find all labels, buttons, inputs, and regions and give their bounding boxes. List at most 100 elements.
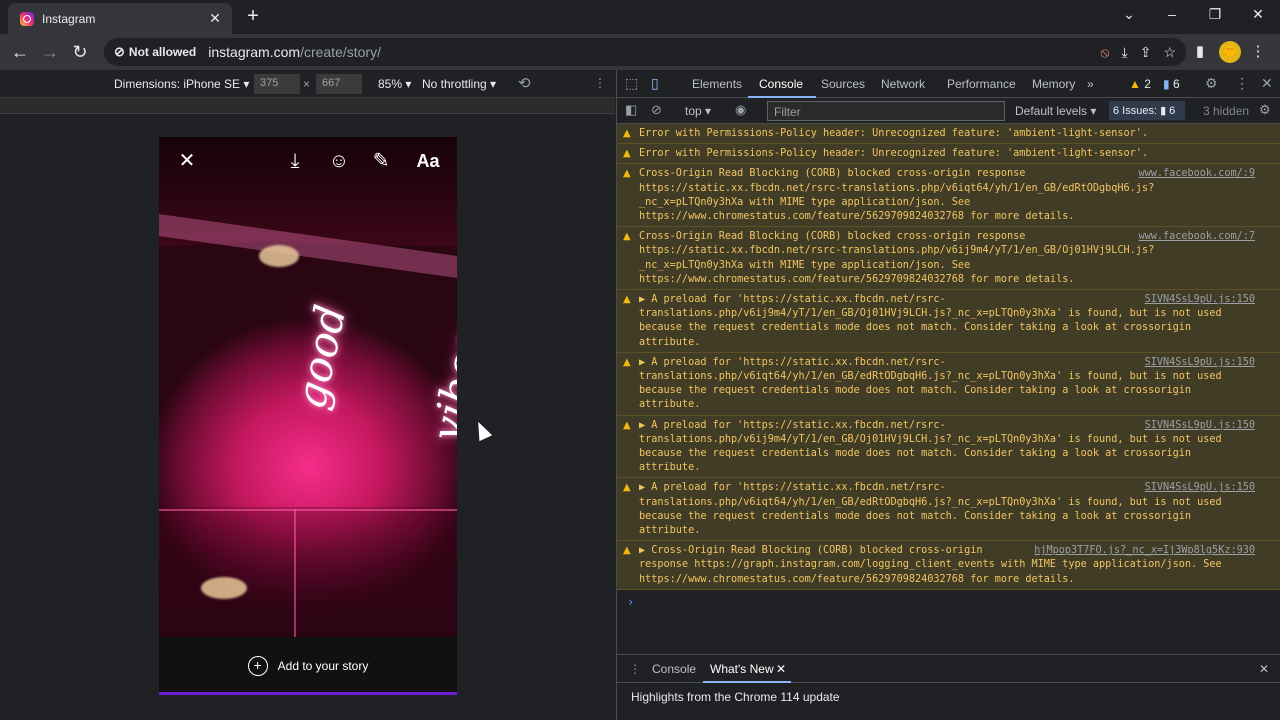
tab-sources[interactable]: Sources bbox=[821, 77, 865, 91]
bookmark-star-icon[interactable]: ☆ bbox=[1163, 44, 1176, 61]
log-levels-select[interactable]: Default levels ▾ bbox=[1015, 104, 1096, 118]
device-more-icon[interactable]: ⋮ bbox=[594, 76, 606, 90]
back-button[interactable]: ← bbox=[5, 37, 35, 67]
console-warning-row[interactable]: ▲ SIVN4SsL9pU.js:150 ▶ A preload for 'http… bbox=[617, 352, 1280, 416]
console-warning-row[interactable]: ▲ SIVN4SsL9pU.js:150 ▶ A preload for 'http… bbox=[617, 478, 1280, 542]
drawer-tabs: ⋮ Console What's New ✕ ✕ bbox=[617, 655, 1280, 683]
warning-triangle-icon: ▲ bbox=[623, 545, 631, 557]
close-icon[interactable]: ✕ bbox=[175, 147, 199, 175]
message-text: Cross-Origin Read Blocking (CORB) blocke… bbox=[639, 168, 1155, 223]
live-expression-eye-icon[interactable]: ◉ bbox=[735, 102, 746, 118]
tab-strip: Instagram ✕ + ⌄ – ❐ ✕ bbox=[0, 0, 1280, 34]
browser-tab-instagram[interactable]: Instagram ✕ bbox=[8, 3, 232, 34]
url-text[interactable]: instagram.com/create/story/ bbox=[208, 44, 381, 60]
download-icon[interactable]: ⤓ bbox=[283, 147, 307, 175]
console-warning-row[interactable]: ▲ Error with Permissions-Policy header: U… bbox=[617, 144, 1280, 165]
console-settings-icon[interactable]: ⚙ bbox=[1259, 102, 1271, 118]
message-source-link[interactable]: SIVN4SsL9pU.js:150 bbox=[1145, 419, 1255, 433]
warning-triangle-icon: ▲ bbox=[623, 419, 631, 431]
rotate-icon[interactable]: ⟲ bbox=[518, 74, 531, 92]
console-warning-row[interactable]: ▲ SIVN4SsL9pU.js:150 ▶ A preload for 'http… bbox=[617, 415, 1280, 479]
menu-icon[interactable]: ⋮ bbox=[1250, 40, 1266, 64]
tab-network[interactable]: Network bbox=[881, 77, 925, 91]
context-select[interactable]: top ▾ bbox=[685, 104, 711, 118]
new-tab-button[interactable]: + bbox=[243, 6, 263, 26]
add-plus-icon: + bbox=[247, 656, 268, 676]
add-to-story-button[interactable]: + Add to your story bbox=[159, 637, 457, 692]
warning-count-icon[interactable]: ▲ 2 bbox=[1129, 77, 1151, 91]
tab-console[interactable]: Console bbox=[759, 77, 803, 91]
message-source-link[interactable]: SIVN4SsL9pU.js:150 bbox=[1145, 356, 1255, 370]
minimize-button[interactable]: – bbox=[1157, 6, 1187, 26]
message-text: ▶ A preload for 'https://static.xx.fbcdn… bbox=[639, 294, 1222, 348]
add-to-story-label: Add to your story bbox=[277, 659, 369, 673]
info-count-icon[interactable]: ▮ 6 bbox=[1163, 77, 1180, 91]
console-warning-row[interactable]: ▲ www.facebook.com/:9 Cross-Origin Read Bl… bbox=[617, 164, 1280, 228]
drawer-menu-icon[interactable]: ⋮ bbox=[629, 662, 641, 676]
sticker-icon[interactable]: ☺ bbox=[325, 147, 353, 175]
draw-pen-icon[interactable]: ✎ bbox=[369, 147, 393, 175]
inspect-element-icon[interactable]: ⬚ bbox=[625, 75, 638, 92]
whats-new-highlight[interactable]: Highlights from the Chrome 114 update bbox=[631, 690, 840, 704]
devtools-panel: ⬚ ▯ Elements Console Sources Network Per… bbox=[616, 70, 1280, 720]
drawer-active-underline bbox=[703, 681, 791, 683]
device-select[interactable]: Dimensions: iPhone SE ▾ bbox=[114, 77, 249, 91]
blocked-permission-icon[interactable]: ⦸ bbox=[1100, 44, 1109, 61]
message-source-link[interactable]: hjMpop3T7FO.js?_nc_x=Ij3Wp8lg5Kz:930 bbox=[1034, 544, 1255, 558]
tab-search-icon[interactable]: ⌄ bbox=[1114, 6, 1144, 26]
message-source-link[interactable]: SIVN4SsL9pU.js:150 bbox=[1145, 293, 1255, 307]
tab-title: Instagram bbox=[42, 11, 96, 26]
message-source-link[interactable]: www.facebook.com/:7 bbox=[1138, 230, 1255, 244]
install-icon[interactable]: ⤓ bbox=[1122, 44, 1128, 61]
media-query-ruler bbox=[0, 98, 615, 114]
drawer-tab-whats-new[interactable]: What's New bbox=[710, 662, 774, 676]
more-tabs-icon[interactable]: » bbox=[1087, 77, 1094, 91]
console-prompt[interactable]: › bbox=[617, 590, 1280, 614]
maximize-button[interactable]: ❐ bbox=[1200, 6, 1230, 26]
drawer-tab-console[interactable]: Console bbox=[652, 662, 696, 676]
console-warning-row[interactable]: ▲ www.facebook.com/:7 Cross-Origin Read Bl… bbox=[617, 227, 1280, 291]
story-editor: good vibes ✕ ⤓ ☺ ✎ Aa + Add to your stor… bbox=[159, 137, 457, 695]
console-filter-input[interactable]: Filter bbox=[767, 101, 1005, 121]
devtools-close-icon[interactable]: ✕ bbox=[1261, 75, 1273, 92]
warning-triangle-icon: ▲ bbox=[623, 148, 631, 160]
dimension-separator: × bbox=[303, 77, 311, 91]
warning-triangle-icon: ▲ bbox=[623, 128, 631, 139]
console-warning-row[interactable]: ▲ Error with Permissions-Policy header: U… bbox=[617, 124, 1280, 145]
text-tool-icon[interactable]: Aa bbox=[413, 147, 443, 175]
message-text: Error with Permissions-Policy header: Un… bbox=[639, 128, 1149, 139]
devtools-more-icon[interactable]: ⋮ bbox=[1235, 75, 1249, 92]
reload-button[interactable]: ↻ bbox=[65, 37, 95, 67]
tab-memory[interactable]: Memory bbox=[1032, 77, 1075, 91]
device-toggle-icon[interactable]: ▯ bbox=[651, 75, 659, 92]
message-text: Cross-Origin Read Blocking (CORB) blocke… bbox=[639, 231, 1155, 285]
window-close-button[interactable]: ✕ bbox=[1243, 6, 1273, 26]
side-panel-icon[interactable]: ▮ bbox=[1192, 40, 1208, 64]
throttling-select[interactable]: No throttling ▾ bbox=[422, 77, 496, 91]
message-text: Error with Permissions-Policy header: Un… bbox=[639, 148, 1149, 160]
message-source-link[interactable]: SIVN4SsL9pU.js:150 bbox=[1145, 481, 1255, 495]
tab-elements[interactable]: Elements bbox=[692, 77, 742, 91]
address-bar[interactable]: ⊘ Not allowed instagram.com/create/story… bbox=[104, 38, 1186, 66]
issues-counter[interactable]: 6 Issues: ▮ 6 bbox=[1109, 101, 1185, 120]
settings-gear-icon[interactable]: ⚙ bbox=[1205, 75, 1218, 92]
console-warning-row[interactable]: ▲ hjMpop3T7FO.js?_nc_x=Ij3Wp8lg5Kz:930 ▶ C… bbox=[617, 541, 1280, 590]
share-icon[interactable]: ⇪ bbox=[1140, 44, 1152, 61]
site-permission-badge[interactable]: ⊘ Not allowed bbox=[114, 44, 196, 60]
drawer-tab-close-icon[interactable]: ✕ bbox=[776, 662, 786, 676]
warning-triangle-icon: ▲ bbox=[623, 356, 631, 368]
viewport-width-input[interactable]: 375 bbox=[254, 74, 300, 94]
viewport-height-input[interactable]: 667 bbox=[316, 74, 362, 94]
drawer-close-icon[interactable]: ✕ bbox=[1259, 662, 1269, 676]
blocked-location-icon: ⊘ bbox=[114, 44, 125, 59]
console-warning-row[interactable]: ▲ SIVN4SsL9pU.js:150 ▶ A preload for 'http… bbox=[617, 290, 1280, 353]
message-source-link[interactable]: www.facebook.com/:9 bbox=[1138, 167, 1255, 181]
sidebar-toggle-icon[interactable]: ◧ bbox=[625, 102, 637, 118]
zoom-select[interactable]: 85% ▾ bbox=[378, 77, 411, 91]
clear-console-icon[interactable]: ⊘ bbox=[651, 102, 662, 118]
instagram-favicon-icon bbox=[20, 11, 34, 26]
profile-avatar[interactable]: 🐥 bbox=[1219, 41, 1241, 63]
tab-close-icon[interactable]: ✕ bbox=[206, 10, 224, 27]
forward-button[interactable]: → bbox=[35, 37, 65, 67]
tab-performance[interactable]: Performance bbox=[947, 77, 1016, 91]
